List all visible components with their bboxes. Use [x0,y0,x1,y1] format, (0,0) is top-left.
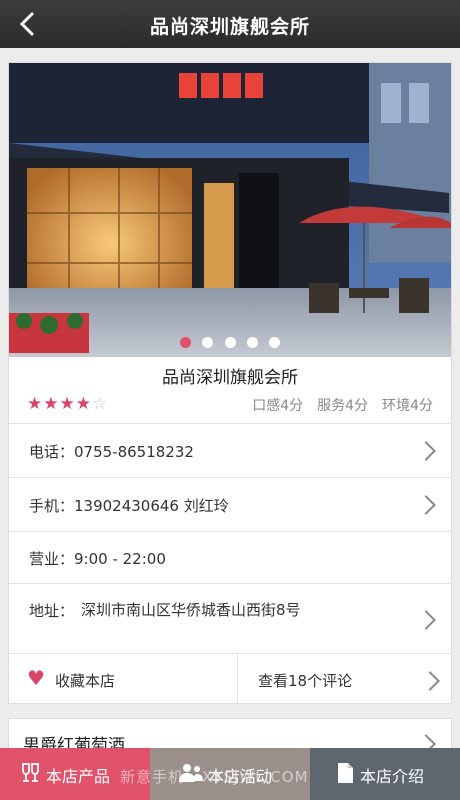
star-filled-icon: ★ [59,394,76,414]
sub-ratings: 口感4分 服务4分 环境4分 [238,395,433,415]
wine-glass-icon [22,763,39,782]
mobile-text: 手机：13902430646 刘红玲 [29,497,229,515]
tab-activities[interactable]: 本店活动 [150,748,310,800]
page-title: 品尚深圳旗舰会所 [149,16,310,38]
view-reviews-button[interactable]: 查看18个评论 [238,654,451,704]
favorite-button[interactable]: ♥ 收藏本店 [9,654,238,704]
hours-text: 营业：9:00 - 22:00 [29,550,166,568]
star-empty-icon: ☆ [92,394,109,414]
bottom-tab-bar: 本店产品 本店活动 本店介绍 [0,748,460,800]
carousel-dot[interactable] [202,337,214,348]
chevron-right-icon [416,610,436,630]
people-icon [179,764,203,782]
carousel-dot[interactable] [246,337,258,348]
mobile-row[interactable]: 手机：13902430646 刘红玲 [9,477,451,531]
tab-activities-label: 本店活动 [208,767,273,786]
shop-storefront-image [9,63,451,357]
star-rating: ★★★★☆ [27,394,108,414]
star-filled-icon: ★ [75,394,92,414]
address-label: 地址： [29,602,75,620]
chevron-right-icon [420,671,440,691]
tab-products-label: 本店产品 [46,767,111,786]
document-icon [338,763,353,783]
hours-row: 营业：9:00 - 22:00 [9,531,451,583]
address-row[interactable]: 地址： 深圳市南山区华侨城香山西街8号 [9,583,451,653]
taste-rating: 口感4分 [252,398,304,414]
action-row: ♥ 收藏本店 查看18个评论 [9,653,451,704]
address-value: 深圳市南山区华侨城香山西街8号 [81,601,301,619]
carousel-dot[interactable] [180,337,192,348]
phone-text: 电话：0755-86518232 [29,443,194,461]
service-rating: 服务4分 [317,398,369,414]
star-filled-icon: ★ [27,394,44,414]
tab-intro[interactable]: 本店介绍 [310,748,460,800]
heart-icon: ♥ [27,666,45,690]
shop-info-card: 品尚深圳旗舰会所 ★★★★☆ 口感4分 服务4分 环境4分 电话：0755-8651… [8,62,452,704]
star-filled-icon: ★ [43,394,60,414]
favorite-label: 收藏本店 [55,672,116,690]
shop-name: 品尚深圳旗舰会所 [162,368,298,388]
top-bar: 品尚深圳旗舰会所 [0,0,460,48]
shop-photo-carousel[interactable] [9,63,451,357]
chevron-right-icon [416,441,436,461]
tab-products[interactable]: 本店产品 [0,748,150,800]
chevron-right-icon [416,495,436,515]
environment-rating: 环境4分 [382,398,433,414]
carousel-dots [9,333,451,352]
carousel-dot[interactable] [224,337,236,348]
tab-intro-label: 本店介绍 [360,767,425,786]
carousel-dot[interactable] [268,337,280,348]
phone-row[interactable]: 电话：0755-86518232 [9,423,451,477]
reviews-label: 查看18个评论 [258,672,353,690]
